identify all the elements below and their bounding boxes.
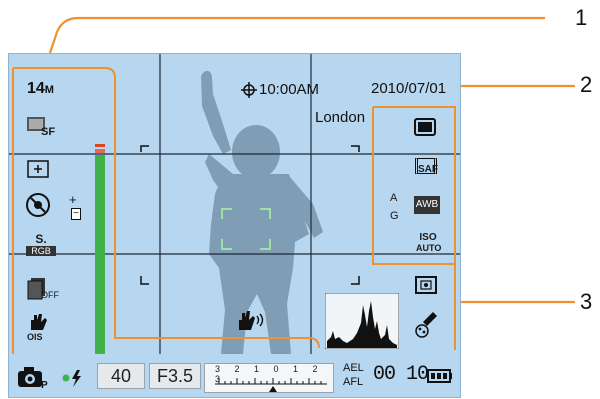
time-value: 10:00 xyxy=(259,81,297,98)
ois-label: OIS xyxy=(27,332,43,342)
color-mode-icon: S. RGB xyxy=(26,232,56,260)
color-mode-top: S. xyxy=(35,232,47,246)
callout-number-1: 1 xyxy=(575,5,588,30)
iso-bottom: AUTO xyxy=(416,243,442,253)
autofocus-icon: SAF xyxy=(415,158,438,175)
white-balance-icon: AWB xyxy=(414,196,440,214)
burst-sub-label: OFF xyxy=(41,290,59,300)
iso-icon: ISO AUTO xyxy=(416,232,442,258)
resolution-unit: M xyxy=(44,84,54,96)
aperture-value: F3.5 xyxy=(149,363,201,389)
shake-warning-icon xyxy=(239,311,264,330)
flash-compensation-icon xyxy=(27,160,49,178)
flash-status-icon xyxy=(62,370,81,387)
af-frame xyxy=(221,208,271,250)
white-balance-label: AWB xyxy=(415,199,439,210)
callout-number-2: 2 xyxy=(580,72,593,97)
exposure-plus: + xyxy=(69,192,77,207)
iso-top: ISO xyxy=(419,232,437,243)
quality-sub-label: SF xyxy=(41,126,56,138)
burst-icon: OFF xyxy=(25,276,59,304)
photo-style-icon xyxy=(415,312,437,338)
camera-mode-icon: P xyxy=(18,367,48,389)
city-display: London xyxy=(315,109,366,126)
histogram xyxy=(325,293,399,349)
afl-label: AFL xyxy=(343,376,364,388)
color-mode-bottom: RGB xyxy=(26,246,56,256)
svg-text:P: P xyxy=(41,380,48,389)
wb-adjust-a: A xyxy=(390,192,398,204)
battery-icon xyxy=(427,369,452,383)
photo-size-icon xyxy=(414,118,436,136)
image-size-indicator: 14M xyxy=(27,80,54,98)
metering-icon xyxy=(25,192,51,218)
wb-adjust-g: G xyxy=(390,210,399,222)
time-ampm: AM xyxy=(296,81,320,98)
exposure-minus-box: − xyxy=(71,208,81,220)
world-time-icon xyxy=(241,82,257,98)
exposure-scale: 3 2 1 0 1 2 3 xyxy=(204,363,334,393)
quality-icon: SF xyxy=(25,115,59,141)
time-display: 10:00AM xyxy=(259,81,319,98)
resolution-value: 14 xyxy=(27,80,45,97)
shots-remaining: 40 xyxy=(97,363,145,389)
ael-label: AEL xyxy=(343,362,364,374)
autofocus-label: SAF xyxy=(418,164,438,175)
exposure-minus: − xyxy=(73,208,79,219)
ois-icon: OIS xyxy=(27,312,61,346)
exposure-level-bar xyxy=(95,144,105,354)
camera-viewfinder-screen: 14M SF + − S. RGB OFF OIS 10:00AM 2010/0… xyxy=(8,53,461,398)
recording-time: 00 10 xyxy=(373,363,429,386)
date-display: 2010/07/01 xyxy=(371,80,447,97)
metering-mode-icon xyxy=(415,276,437,294)
callout-number-3: 3 xyxy=(580,289,593,314)
